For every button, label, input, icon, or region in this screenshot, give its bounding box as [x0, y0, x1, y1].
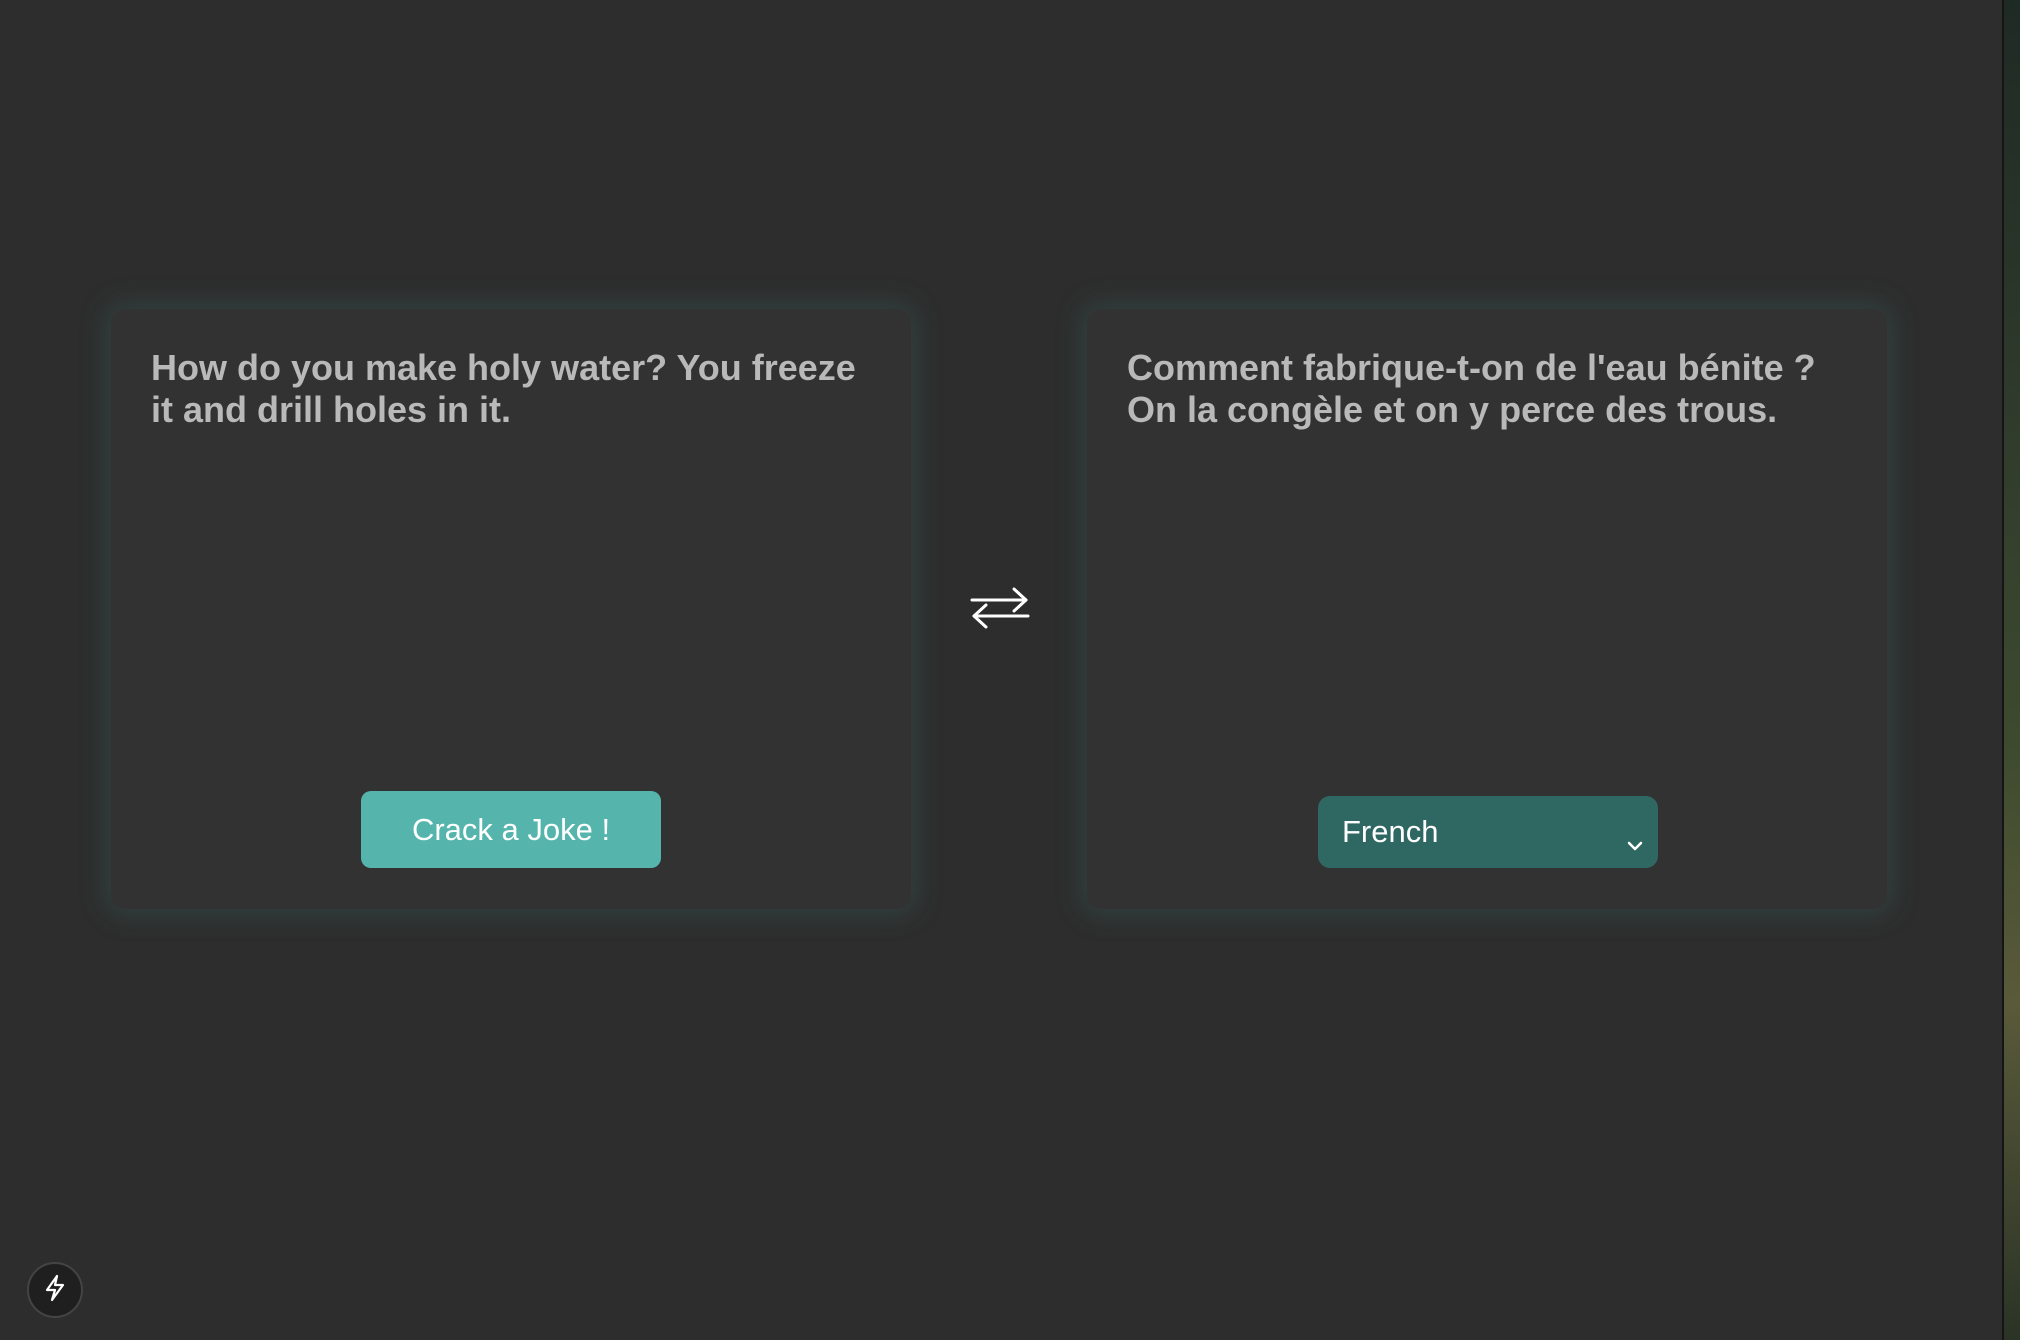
language-select[interactable]: French — [1318, 796, 1658, 868]
crack-joke-button[interactable]: Crack a Joke ! — [361, 791, 661, 868]
app-viewport: How do you make holy water? You freeze i… — [0, 0, 2002, 1340]
background-window-edge — [2002, 0, 2020, 1340]
joke-text: How do you make holy water? You freeze i… — [151, 347, 856, 430]
language-select-value: French — [1342, 814, 1439, 849]
translation-card: Comment fabrique-t-on de l'eau bénite ? … — [1087, 309, 1887, 909]
joke-card: How do you make holy water? You freeze i… — [111, 309, 911, 909]
lightning-bolt-icon — [40, 1273, 70, 1308]
swap-arrows-icon — [968, 586, 1032, 630]
chevron-down-icon — [1626, 824, 1644, 860]
translated-joke-text: Comment fabrique-t-on de l'eau bénite ? … — [1127, 347, 1816, 430]
dev-tools-button[interactable] — [27, 1262, 83, 1318]
